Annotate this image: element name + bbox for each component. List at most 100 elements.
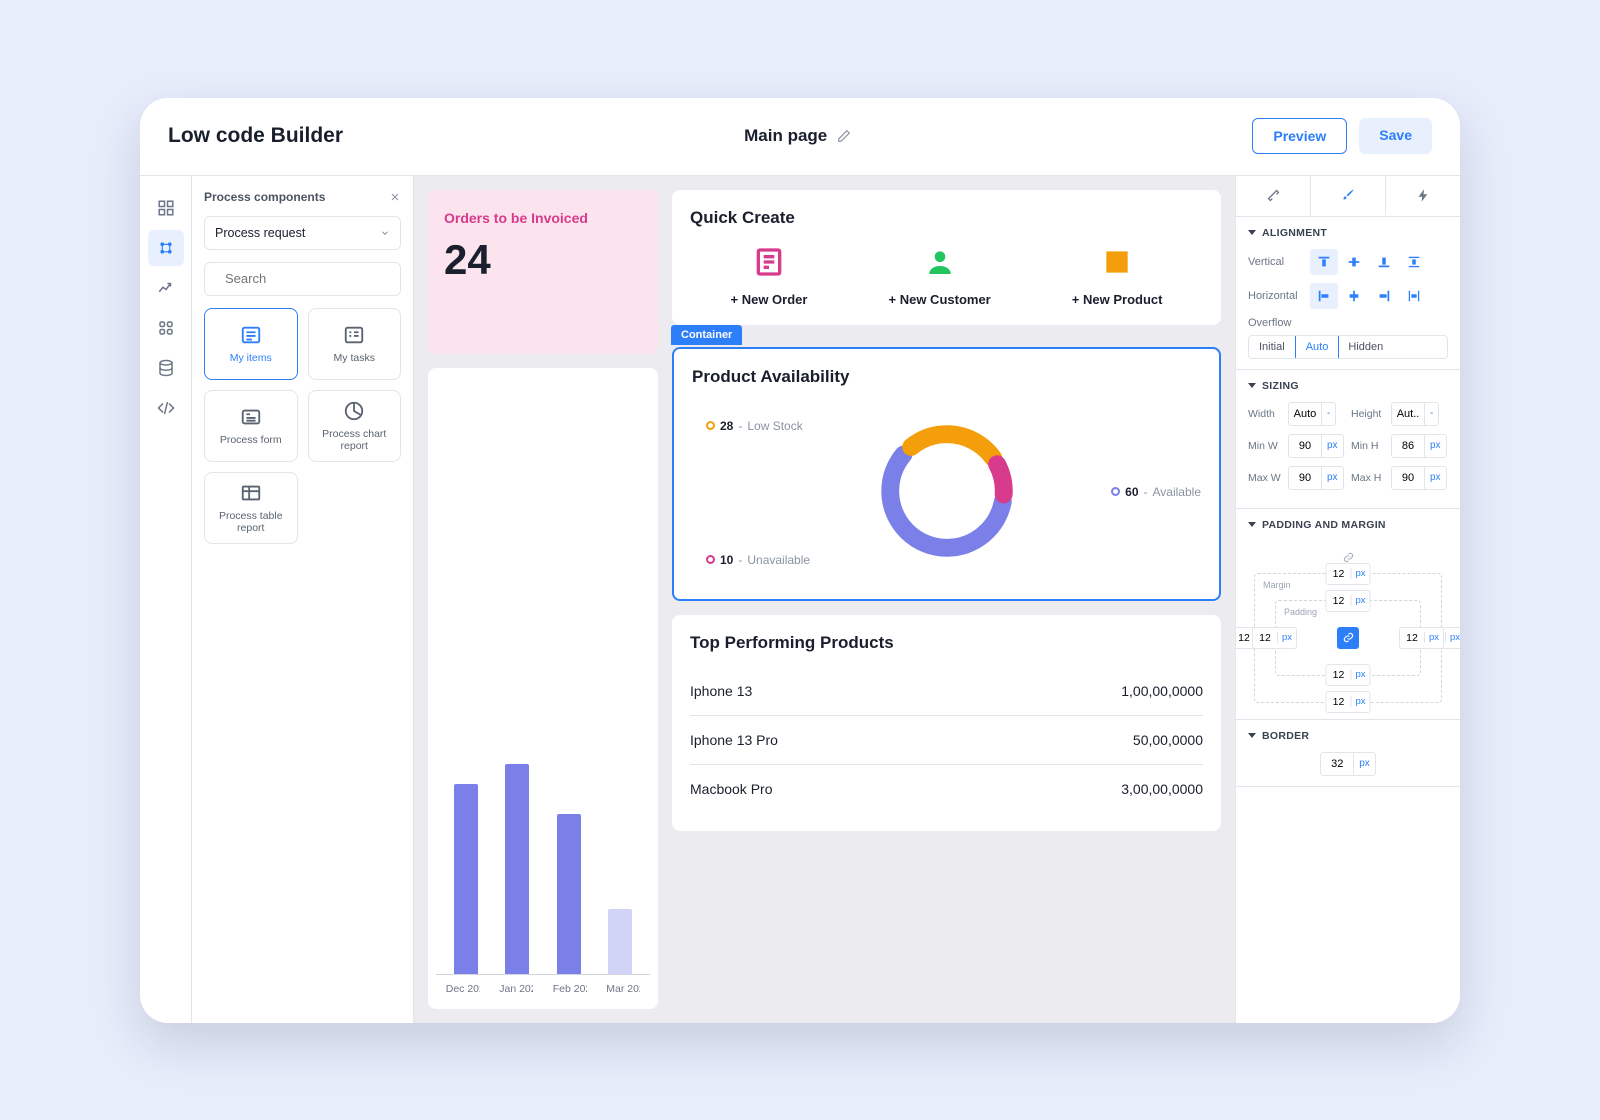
triangle-icon [1248,733,1256,738]
minh-input[interactable]: px [1391,434,1447,458]
align-stretch-h-button[interactable] [1400,283,1428,309]
top-products-card[interactable]: Top Performing Products Iphone 13 1,00,0… [672,615,1221,831]
tile-process-chart[interactable]: Process chart report [308,390,402,462]
top-products-title: Top Performing Products [690,633,1203,653]
legend-unavailable: 10- Unavailable [706,553,810,567]
border-header[interactable]: BORDER [1248,730,1448,742]
margin-top-input[interactable]: px [1325,563,1370,585]
table-row: Iphone 13 Pro 50,00,0000 [690,716,1203,765]
padding-top-input[interactable]: px [1325,590,1370,612]
padding-header[interactable]: PADDING AND MARGIN [1248,519,1448,531]
close-icon[interactable] [389,191,401,203]
padding-bottom-input[interactable]: px [1325,664,1370,686]
overflow-auto[interactable]: Auto [1295,335,1340,359]
tab-settings[interactable] [1236,176,1311,216]
search-input[interactable] [223,270,403,287]
legend-dot-icon [706,555,715,564]
left-rail [140,176,192,1023]
form-icon [240,406,262,428]
page-name[interactable]: Main page [744,126,851,146]
bar [505,764,529,974]
tile-process-table[interactable]: Process table report [204,472,298,544]
canvas[interactable]: Orders to be Invoiced 24 Dec 2021 Jan 20… [414,176,1235,1023]
orders-card[interactable]: Orders to be Invoiced 24 [428,190,658,354]
maxw-input[interactable]: px [1288,466,1344,490]
quick-create-row: + New Order + New Customer + New Product [690,246,1203,307]
rail-layout-icon[interactable] [148,190,184,226]
rail-database-icon[interactable] [148,350,184,386]
align-middle-button[interactable] [1340,249,1368,275]
legend-dot-icon [706,421,715,430]
orders-label: Orders to be Invoiced [444,210,642,226]
legend-low-stock: 28- Low Stock [706,419,803,433]
tile-my-tasks[interactable]: My tasks [308,308,402,380]
page-name-text: Main page [744,126,827,146]
padding-right-input[interactable]: px [1399,627,1444,649]
save-button[interactable]: Save [1359,118,1432,154]
tasks-icon [343,324,365,346]
overflow-label: Overflow [1248,317,1448,329]
qc-new-customer[interactable]: + New Customer [889,246,991,307]
orders-value: 24 [444,236,642,284]
align-bottom-button[interactable] [1370,249,1398,275]
horizontal-label: Horizontal [1248,290,1304,302]
app-frame: Low code Builder Main page Preview Save … [140,98,1460,1023]
border-input[interactable]: px [1320,752,1376,776]
alignment-header[interactable]: ALIGNMENT [1248,227,1448,239]
components-header: Process components [204,190,401,204]
overflow-segment: Initial Auto Hidden [1248,335,1448,359]
selection-badge: Container [671,325,742,345]
inspector-panel: ALIGNMENT Vertical Horizontal [1235,176,1460,1023]
main-row: Process components Process request My it… [140,176,1460,1023]
align-right-button[interactable] [1370,283,1398,309]
components-panel: Process components Process request My it… [192,176,414,1023]
preview-button[interactable]: Preview [1252,118,1347,154]
availability-card[interactable]: Product Availability 28- Low Stock [672,347,1221,601]
component-search[interactable] [204,262,401,296]
overflow-initial[interactable]: Initial [1249,336,1296,358]
rail-analytics-icon[interactable] [148,270,184,306]
padding-left-input[interactable]: px [1252,627,1297,649]
topbar: Low code Builder Main page Preview Save [140,98,1460,176]
align-stretch-v-button[interactable] [1400,249,1428,275]
list-icon [240,324,262,346]
donut-chart [872,416,1022,566]
sizing-header[interactable]: SIZING [1248,380,1448,392]
quick-create-card[interactable]: Quick Create + New Order + New Customer [672,190,1221,325]
tile-process-form[interactable]: Process form [204,390,298,462]
rail-components-icon[interactable] [148,230,184,266]
tile-my-items[interactable]: My items [204,308,298,380]
quick-create-title: Quick Create [690,208,1203,228]
align-top-button[interactable] [1310,249,1338,275]
table-row: Iphone 13 1,00,00,0000 [690,667,1203,716]
spacing-visualizer: Margin px px px px Padding px px px px [1248,541,1448,709]
section-border: BORDER px [1236,720,1460,787]
width-input[interactable]: - [1288,402,1336,426]
canvas-right-col: Quick Create + New Order + New Customer [672,190,1221,1009]
vertical-label: Vertical [1248,256,1304,268]
overflow-hidden[interactable]: Hidden [1338,336,1393,358]
tab-actions[interactable] [1386,176,1460,216]
barchart-card[interactable]: Dec 2021 Jan 2022 Feb 2022 Mar 2022 [428,368,658,1009]
link-icon[interactable] [1337,627,1359,649]
edit-icon[interactable] [837,129,851,143]
tab-style[interactable] [1311,176,1386,216]
maxh-input[interactable]: px [1391,466,1447,490]
align-left-button[interactable] [1310,283,1338,309]
margin-bottom-input[interactable]: px [1325,691,1370,713]
qc-new-order[interactable]: + New Order [731,246,808,307]
height-input[interactable]: - [1391,402,1439,426]
align-center-button[interactable] [1340,283,1368,309]
rail-apps-icon[interactable] [148,310,184,346]
table-icon [240,482,262,504]
wrench-icon [1266,188,1281,203]
rail-code-icon[interactable] [148,390,184,426]
donut-wrap: 28- Low Stock 60- Available 10- Unavaila… [692,401,1201,581]
bar [608,909,632,974]
process-select[interactable]: Process request [204,216,401,250]
legend-available: 60- Available [1111,485,1201,499]
inspector-tabs [1236,176,1460,217]
qc-new-product[interactable]: + New Product [1072,246,1163,307]
minw-input[interactable]: px [1288,434,1344,458]
section-sizing: SIZING Width- Height- Min Wpx Min Hpx Ma… [1236,370,1460,509]
